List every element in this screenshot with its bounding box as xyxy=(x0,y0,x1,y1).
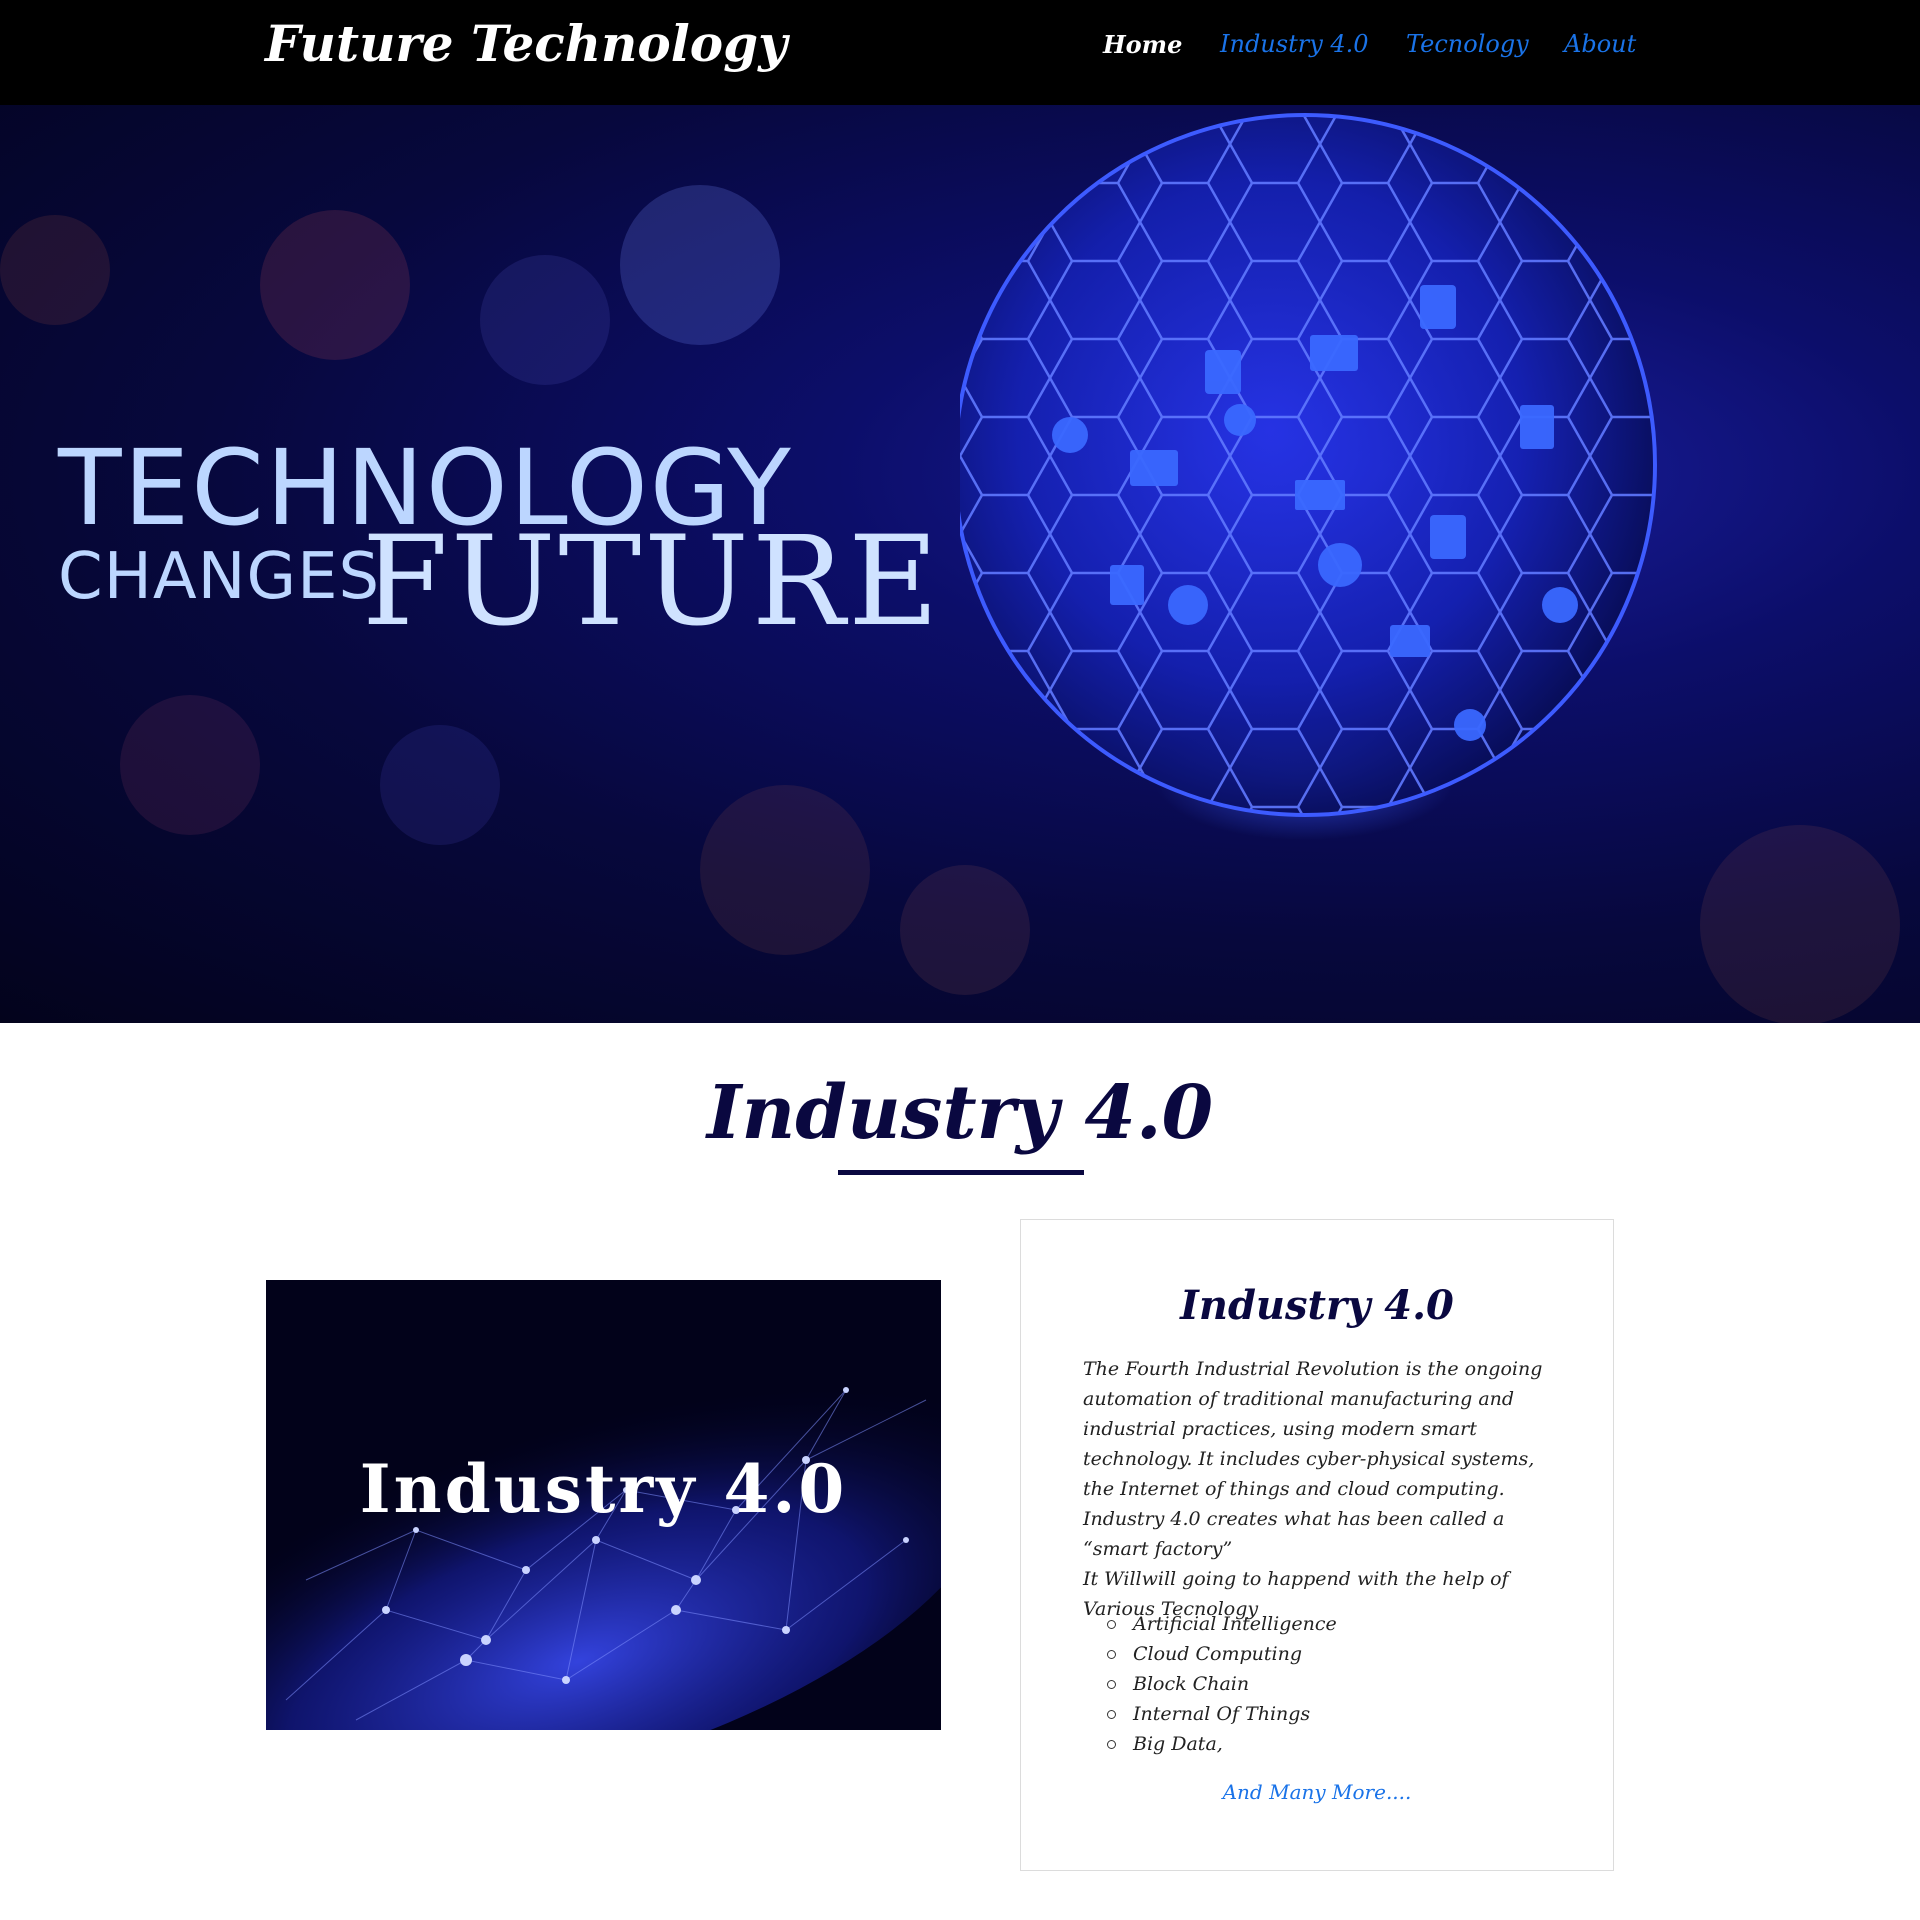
bokeh-light xyxy=(120,695,260,835)
technology-list: Artificial Intelligence Cloud Computing … xyxy=(1107,1609,1337,1759)
industry-feature-image: Industry 4.0 xyxy=(266,1280,941,1730)
card-body: The Fourth Industrial Revolution is the … xyxy=(1083,1354,1563,1624)
list-item: Big Data, xyxy=(1107,1729,1337,1759)
more-link[interactable]: And Many More.... xyxy=(1021,1780,1613,1804)
title-underline xyxy=(838,1170,1084,1175)
nav-link-tecnology[interactable]: Tecnology xyxy=(1406,30,1529,58)
card-title: Industry 4.0 xyxy=(1180,1282,1454,1329)
bokeh-light xyxy=(380,725,500,845)
list-item: Internal Of Things xyxy=(1107,1699,1337,1729)
navbar: Future Technology Home Industry 4.0 Tecn… xyxy=(0,0,1920,105)
bokeh-light xyxy=(480,255,610,385)
bokeh-light xyxy=(0,215,110,325)
bokeh-light xyxy=(620,185,780,345)
card-paragraph: The Fourth Industrial Revolution is the … xyxy=(1083,1358,1543,1560)
nav-links: Home Industry 4.0 Tecnology About xyxy=(0,30,1920,70)
info-card: Industry 4.0 The Fourth Industrial Revol… xyxy=(1020,1219,1614,1871)
list-item: Block Chain xyxy=(1107,1669,1337,1699)
nav-link-home[interactable]: Home xyxy=(1103,30,1182,59)
section-title: Industry 4.0 xyxy=(706,1070,1214,1156)
nav-link-about[interactable]: About xyxy=(1564,30,1636,58)
list-item: Artificial Intelligence xyxy=(1107,1609,1337,1639)
globe-network-icon xyxy=(960,113,1657,840)
hero-heading-future: FUTURE xyxy=(362,510,942,654)
nav-link-industry[interactable]: Industry 4.0 xyxy=(1220,30,1369,58)
feature-image-label: Industry 4.0 xyxy=(359,1450,848,1528)
bokeh-light xyxy=(260,210,410,360)
list-item: Cloud Computing xyxy=(1107,1639,1337,1669)
hero-banner: TECHNOLOGY CHANGES FUTURE xyxy=(0,105,1920,1023)
hero-heading-changes: CHANGES xyxy=(58,540,381,614)
bokeh-light xyxy=(700,785,870,955)
